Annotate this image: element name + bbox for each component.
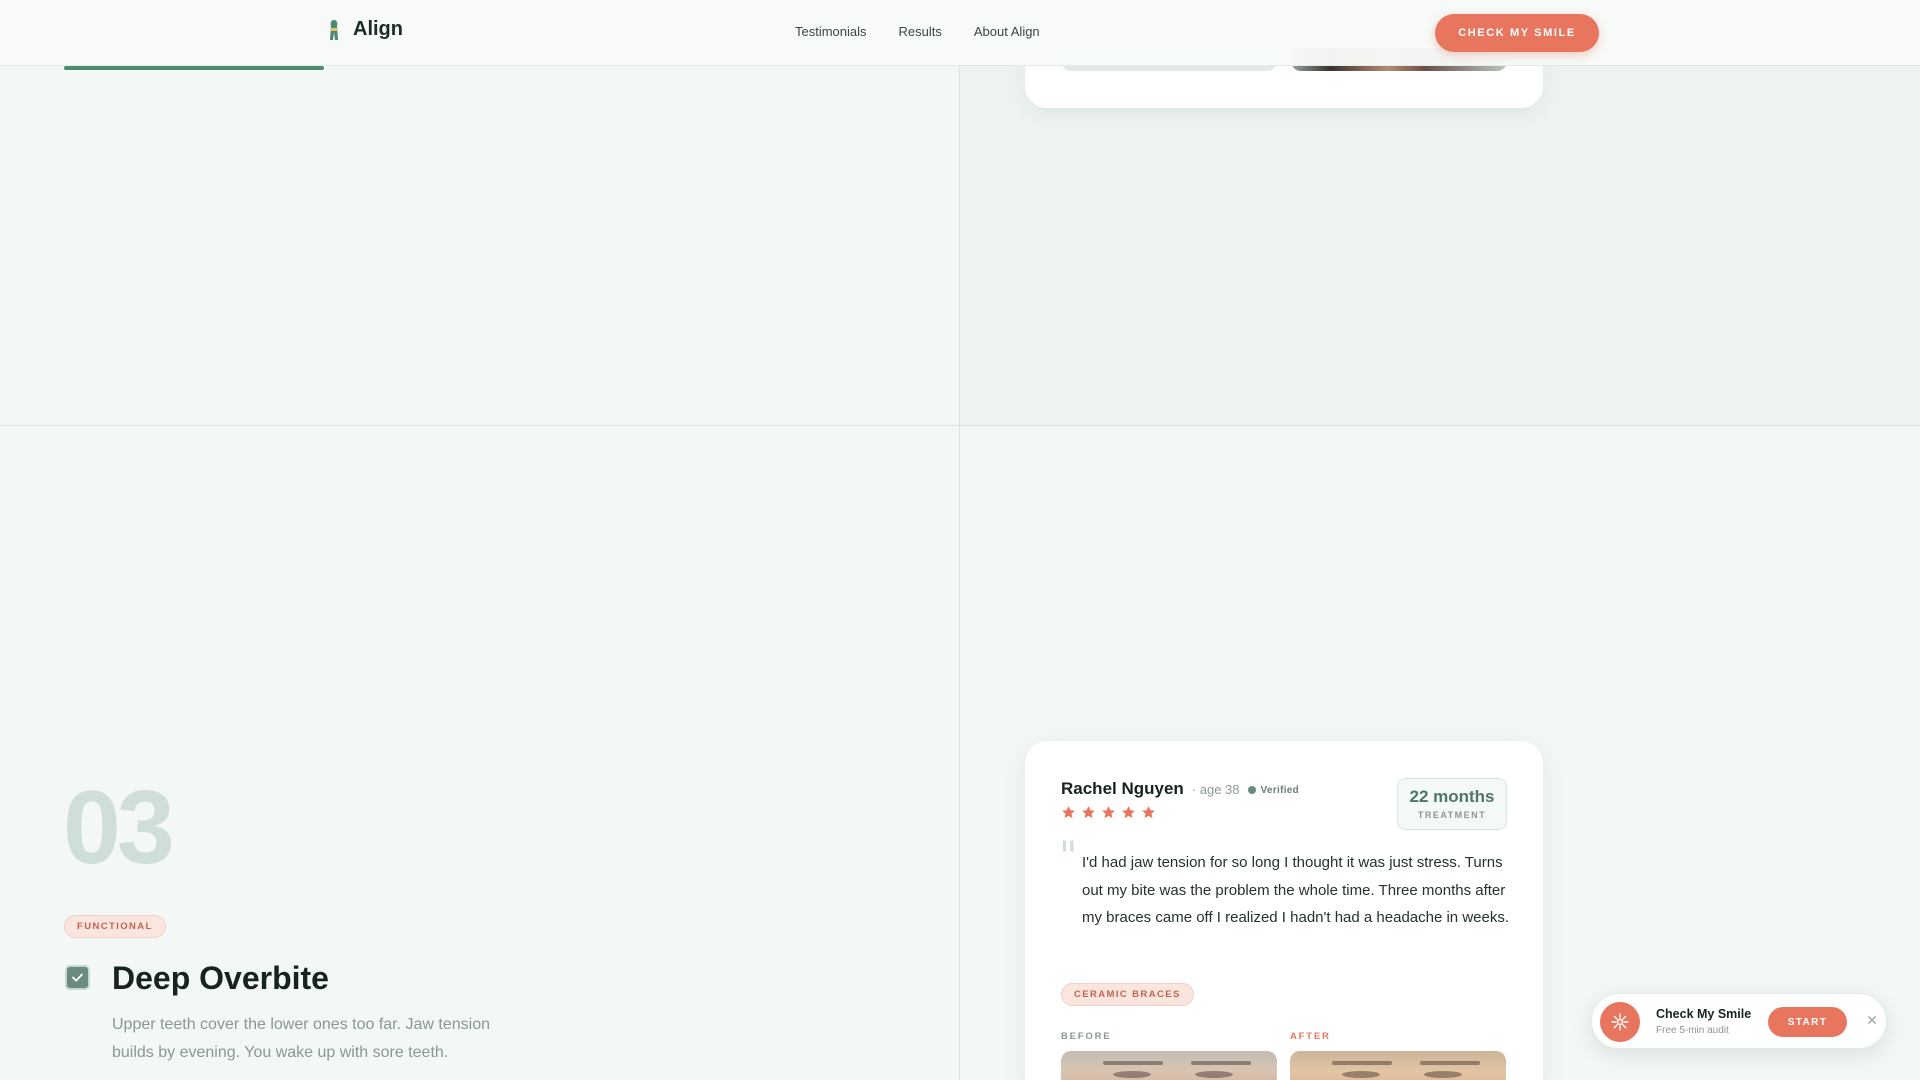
nav-link-results[interactable]: Results (899, 24, 942, 39)
duration-label: TREATMENT (1417, 810, 1487, 820)
scroll-progress-fill (64, 66, 324, 70)
reviewer-info: Rachel Nguyen · age 38 Verified (1061, 779, 1299, 799)
issue-description: Upper teeth cover the lower ones too far… (112, 1016, 490, 1061)
check-my-smile-button[interactable]: CHECK MY SMILE (1435, 14, 1599, 52)
category-tag: FUNCTIONAL (64, 915, 166, 938)
verified-badge: Verified (1247, 784, 1300, 796)
star-icon (1082, 806, 1095, 819)
star-icon (1062, 806, 1075, 819)
testimonial-quote: I'd had jaw tension for so long I though… (1082, 854, 1510, 926)
main-nav: Testimonials Results About Align (795, 24, 1040, 39)
section-right-top (960, 66, 1920, 425)
treatment-duration-badge: 22 months TREATMENT (1397, 778, 1507, 830)
before-label: BEFORE (1061, 1031, 1112, 1042)
widget-start-button[interactable]: START (1768, 1007, 1847, 1037)
smile-check-widget: Check My Smile Free 5-min audit START ✕ (1591, 993, 1887, 1049)
reviewer-age: · age 38 (1191, 782, 1240, 797)
testimonial-card: Rachel Nguyen · age 38 Verified 22 month… (1025, 741, 1543, 1080)
tooth-icon (330, 19, 338, 40)
nav-link-about[interactable]: About Align (974, 24, 1040, 39)
verified-label: Verified (1260, 784, 1300, 796)
star-icon (1102, 806, 1115, 819)
horizontal-divider (0, 425, 1920, 426)
section-left-top (0, 66, 959, 425)
vertical-divider (959, 66, 960, 1080)
close-icon[interactable]: ✕ (1863, 1012, 1881, 1030)
brand-name: Align (353, 18, 403, 40)
star-icon (1122, 806, 1135, 819)
verified-dot-icon (1247, 786, 1256, 794)
site-header: Align Testimonials Results About Align C… (0, 0, 1920, 66)
issue-title: Deep Overbite (112, 960, 329, 996)
duration-value: 22 months (1409, 787, 1495, 806)
checkmark-icon (72, 973, 83, 982)
after-label: AFTER (1290, 1031, 1331, 1042)
issue-checkbox[interactable] (65, 965, 90, 990)
after-photo (1290, 1051, 1506, 1080)
quote-mark-icon: " (1059, 834, 1078, 880)
reviewer-name: Rachel Nguyen (1061, 779, 1184, 798)
before-photo (1061, 1051, 1277, 1080)
scroll-progress-bar (64, 66, 960, 71)
issue-number: 03 (63, 770, 175, 886)
star-rating (1061, 805, 1156, 820)
nav-link-testimonials[interactable]: Testimonials (795, 24, 867, 39)
star-icon (1142, 806, 1155, 819)
brand-logo-link[interactable]: Align (327, 18, 403, 41)
widget-subtitle: Free 5-min audit (1656, 1025, 1729, 1036)
sparkle-icon (1600, 1002, 1640, 1042)
widget-title: Check My Smile (1656, 1007, 1752, 1021)
treatment-tag: CERAMIC BRACES (1061, 983, 1194, 1006)
